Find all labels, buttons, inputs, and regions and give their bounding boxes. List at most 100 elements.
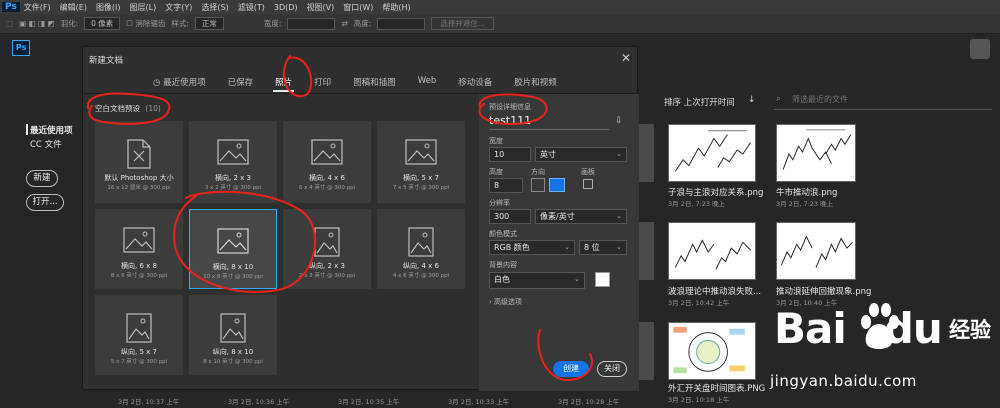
tab-saved[interactable]: 已保存	[228, 73, 254, 95]
presets-count: (10)	[145, 104, 161, 113]
background-value: 白色	[494, 275, 510, 284]
recent-thumb-3[interactable]	[668, 222, 756, 280]
width-unit-select[interactable]: 英寸 ⌄	[535, 147, 627, 162]
recent-thumb-1[interactable]	[668, 124, 756, 182]
tab-film-video[interactable]: 胶片和视频	[514, 73, 557, 95]
preset-card-portrait-4x6[interactable]: 纵向, 4 x 6 4 x 6 英寸 @ 300 ppi	[377, 209, 465, 289]
document-name-input[interactable]: test111	[489, 114, 531, 127]
sort-direction-icon[interactable]: ↓	[748, 95, 756, 105]
tab-art-illustration[interactable]: 图稿和插图	[353, 73, 396, 95]
resolution-input[interactable]: 300	[489, 209, 531, 224]
preset-card-default[interactable]: 默认 Photoshop 大小 16 x 12 厘米 @ 300 ppi	[95, 121, 183, 203]
selection-mode-icons[interactable]: ▣ ◧ ◨ ◩	[19, 19, 55, 28]
tab-photo[interactable]: 照片	[273, 73, 295, 95]
preset-card-portrait-5x7[interactable]: 纵向, 5 x 7 5 x 7 英寸 @ 300 ppi	[95, 295, 183, 375]
height-input[interactable]	[377, 17, 426, 30]
sidebar-cc-files[interactable]: CC 文件	[30, 138, 62, 150]
menu-view[interactable]: 视图(V)	[307, 2, 335, 13]
recent-file-name[interactable]: 子浪与主浪对应关系.png	[668, 186, 763, 198]
sort-dropdown[interactable]: 排序 上次打开时间	[664, 96, 735, 108]
orientation-landscape-icon[interactable]	[549, 178, 565, 192]
bit-depth-select[interactable]: 8 位 ⌄	[579, 240, 627, 255]
menu-help[interactable]: 帮助(H)	[382, 2, 410, 13]
close-button[interactable]: 关闭	[597, 361, 627, 377]
resolution-unit-select[interactable]: 像素/英寸 ⌄	[535, 209, 627, 224]
height-label: 高度	[489, 168, 503, 176]
sidebar-recent[interactable]: 最近使用项	[30, 124, 73, 136]
preset-size: 4 x 6 英寸 @ 300 ppi	[392, 273, 450, 279]
dialog-title: 新建文档	[89, 56, 124, 66]
background-select[interactable]: 白色 ⌄	[489, 272, 585, 289]
close-icon[interactable]: ✕	[621, 51, 631, 65]
menu-window[interactable]: 窗口(W)	[343, 2, 373, 13]
image-icon	[408, 227, 434, 257]
color-mode-select[interactable]: RGB 颜色 ⌄	[489, 240, 575, 255]
menu-layer[interactable]: 图层(L)	[130, 2, 157, 13]
preset-name: 默认 Photoshop 大小	[104, 174, 174, 182]
recent-thumb-edge[interactable]	[638, 322, 654, 380]
background-color-swatch[interactable]	[595, 272, 610, 287]
user-avatar[interactable]	[970, 39, 990, 59]
advanced-options-toggle[interactable]: › 高级选项	[489, 297, 522, 307]
filter-input[interactable]	[790, 94, 984, 105]
start-open-button[interactable]: 打开...	[26, 194, 64, 211]
recent-file-name[interactable]: 牛市推动浪.png	[776, 186, 837, 198]
resolution-label: 分辨率	[489, 199, 510, 207]
antialias-label: 消除锯齿	[135, 19, 166, 28]
recent-file-name[interactable]: 波浪理论中推动浪失败...	[668, 285, 761, 297]
width-input[interactable]: 10	[489, 147, 531, 162]
resolution-unit-value: 像素/英寸	[540, 212, 575, 221]
swap-icon[interactable]: ⇄	[341, 19, 347, 28]
preset-card-landscape-2x3[interactable]: 横向, 2 x 3 3 x 2 英寸 @ 300 ppi	[189, 121, 277, 203]
width-label: 宽度:	[263, 19, 282, 28]
recent-thumb-edge[interactable]	[638, 124, 654, 182]
tab-mobile[interactable]: 移动设备	[458, 73, 492, 95]
tab-recent[interactable]: ◷ 最近使用项	[153, 73, 206, 95]
width-input[interactable]	[287, 17, 336, 30]
preset-name: 纵向, 4 x 6	[403, 262, 439, 270]
preset-category-tabs: ◷ 最近使用项 已保存 照片 打印 图稿和插图 Web 移动设备 胶片和视频	[153, 73, 579, 95]
menu-file[interactable]: 文件(F)	[24, 2, 51, 13]
save-preset-icon[interactable]: ⇩	[615, 116, 623, 126]
start-new-button[interactable]: 新建	[26, 170, 58, 187]
menu-filter[interactable]: 滤镜(T)	[238, 2, 265, 13]
preset-card-portrait-2x3[interactable]: 纵向, 2 x 3 2 x 3 英寸 @ 300 ppi	[283, 209, 371, 289]
recent-thumb-5[interactable]	[668, 322, 756, 380]
recent-file-date: 3月 2日, 7:23 晚上	[776, 200, 834, 208]
recent-thumb-edge[interactable]	[638, 222, 654, 280]
document-brush-icon	[127, 139, 151, 169]
height-input[interactable]: 8	[489, 178, 523, 193]
antialias-checkbox[interactable]: ☐ 消除锯齿	[126, 18, 165, 29]
menu-type[interactable]: 文字(Y)	[165, 2, 192, 13]
preset-card-portrait-8x10[interactable]: 纵向, 8 x 10 8 x 10 英寸 @ 300 ppi	[189, 295, 277, 375]
color-mode-value: RGB 颜色	[494, 243, 530, 252]
style-label: 样式:	[171, 19, 189, 28]
tab-web[interactable]: Web	[418, 73, 437, 95]
preset-card-landscape-4x6[interactable]: 横向, 4 x 6 6 x 4 英寸 @ 300 ppi	[283, 121, 371, 203]
menu-select[interactable]: 选择(S)	[201, 2, 228, 13]
recent-file-name[interactable]: 外汇开关盘时间图表.PNG	[668, 382, 765, 394]
recent-thumb-2[interactable]	[776, 124, 856, 182]
orientation-portrait-icon[interactable]	[531, 178, 545, 192]
tab-print[interactable]: 打印	[314, 73, 331, 95]
menu-edit[interactable]: 编辑(E)	[60, 2, 87, 13]
preset-card-landscape-5x7[interactable]: 横向, 5 x 7 7 x 5 英寸 @ 300 ppi	[377, 121, 465, 203]
filter-recent-files[interactable]: ⌕	[774, 92, 992, 110]
preset-card-landscape-8x10[interactable]: 横向, 8 x 10 10 x 8 英寸 @ 300 ppi	[189, 209, 277, 289]
feather-input[interactable]: 0 像素	[84, 17, 121, 30]
artboard-checkbox[interactable]	[583, 179, 593, 189]
image-icon	[126, 313, 152, 343]
style-select[interactable]: 正常	[194, 17, 224, 30]
preset-size: 8 x 10 英寸 @ 300 ppi	[203, 359, 263, 365]
select-and-mask-button[interactable]: 选择并遮住...	[431, 17, 494, 30]
marquee-tool-icon[interactable]: ⬚	[6, 19, 13, 28]
create-button[interactable]: 创建	[553, 361, 589, 377]
menu-3d[interactable]: 3D(D)	[274, 3, 298, 12]
chevron-down-icon: ⌄	[616, 212, 622, 220]
preset-size: 7 x 5 英寸 @ 300 ppi	[392, 185, 450, 191]
recent-file-date: 3月 2日, 10:35 上午	[338, 398, 400, 406]
recent-file-name[interactable]: 推动浪延伸回撤现象.png	[776, 285, 871, 297]
menu-image[interactable]: 图像(I)	[96, 2, 121, 13]
preset-card-landscape-6x8[interactable]: 横向, 6 x 8 8 x 6 英寸 @ 300 ppi	[95, 209, 183, 289]
recent-thumb-4[interactable]	[776, 222, 856, 280]
